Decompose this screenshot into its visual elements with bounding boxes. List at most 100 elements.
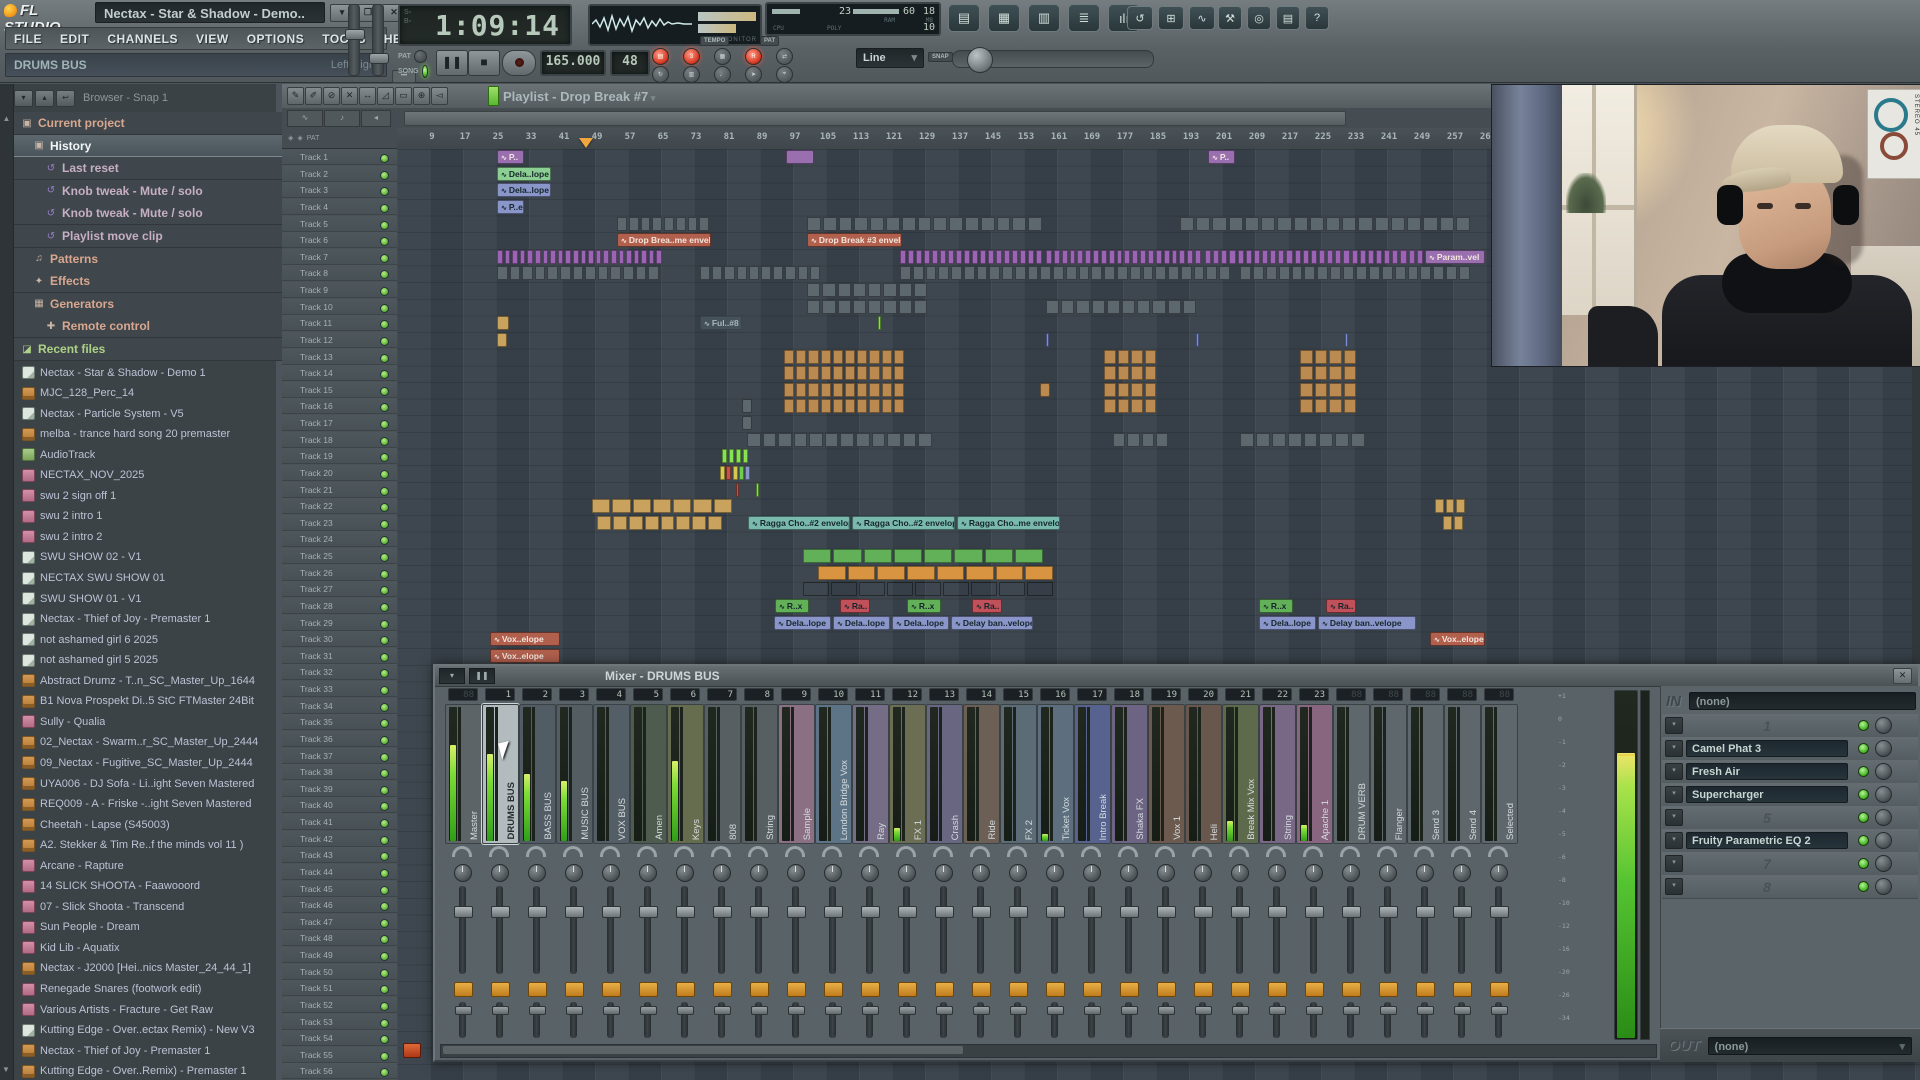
track-name-49[interactable]: Track 49 (282, 947, 397, 963)
file-item[interactable]: 09_Nectax - Fugitive_SC_Master_Up_2444 (14, 752, 276, 774)
track-led[interactable] (380, 586, 389, 595)
strip-body[interactable]: Ray (852, 704, 889, 844)
stereo-knob[interactable] (454, 864, 472, 882)
strip-body[interactable]: String (1259, 704, 1296, 844)
track-led[interactable] (380, 520, 389, 529)
stereo-knob[interactable] (1305, 864, 1323, 882)
fx-slot-7[interactable]: ▾7 (1662, 852, 1918, 876)
track-led[interactable] (380, 237, 389, 246)
slot-mix-knob[interactable] (1875, 832, 1892, 849)
aux-slider[interactable] (533, 1002, 540, 1038)
volume-fader[interactable] (792, 886, 799, 974)
stereo-knob[interactable] (1379, 864, 1397, 882)
track-name-12[interactable]: Track 12 (282, 332, 397, 348)
track-led[interactable] (380, 1019, 389, 1028)
pattern-clip[interactable] (742, 399, 752, 413)
fader-handle[interactable] (1342, 906, 1361, 918)
browser-collapse-button[interactable]: ▾ (14, 90, 33, 107)
track-name-40[interactable]: Track 40 (282, 797, 397, 813)
mixer-menu-button[interactable]: ▾ (439, 668, 465, 684)
aux-slider-handle[interactable] (455, 1006, 472, 1015)
clip-ra-[interactable]: Ra.. (1326, 599, 1356, 613)
file-item[interactable]: Nectax - J2000 [Hei..nics Master_24_44_1… (14, 958, 276, 980)
track-led[interactable] (380, 254, 389, 263)
fx-enable-button[interactable] (713, 982, 732, 997)
pattern-clip[interactable] (1104, 399, 1156, 413)
file-item[interactable]: 14 SLICK SHOOTA - Faawooord (14, 876, 276, 898)
mixer-strip-apache-1[interactable]: 23Apache 1 (1296, 688, 1332, 1042)
volume-fader[interactable] (1051, 886, 1058, 974)
file-item[interactable]: Cheetah - Lapse (S45003) (14, 814, 276, 836)
track-led[interactable] (380, 669, 389, 678)
pattern-clip[interactable] (1180, 217, 1470, 231)
slot-enable-led[interactable] (1858, 835, 1869, 846)
stereo-knob[interactable] (1453, 864, 1471, 882)
tree-item-current-project[interactable]: ▣Current project (14, 112, 282, 135)
stereo-knob[interactable] (1342, 864, 1360, 882)
track-led[interactable] (380, 1035, 389, 1044)
volume-fader[interactable] (1014, 886, 1021, 974)
pan-knob[interactable] (1044, 846, 1064, 857)
track-name-7[interactable]: Track 7 (282, 249, 397, 265)
strip-body[interactable]: Ticket Vox (1037, 704, 1074, 844)
track-led[interactable] (380, 786, 389, 795)
fx-enable-button[interactable] (1120, 982, 1139, 997)
track-led[interactable] (380, 1052, 389, 1061)
fx-enable-button[interactable] (1416, 982, 1435, 997)
pattern-clip[interactable] (617, 217, 709, 231)
pattern-clip[interactable] (807, 217, 1042, 231)
track-name-16[interactable]: Track 16 (282, 398, 397, 414)
track-led[interactable] (380, 536, 389, 545)
slot-mix-knob[interactable] (1875, 855, 1892, 872)
track-led[interactable] (380, 902, 389, 911)
tree-item-playlist-move-clip[interactable]: ↺Playlist move clip (14, 225, 306, 248)
aux-slider[interactable] (1495, 1002, 1502, 1038)
aux-slider[interactable] (866, 1002, 873, 1038)
aux-slider[interactable] (644, 1002, 651, 1038)
recording-icon[interactable]: R (745, 48, 762, 65)
volume-fader[interactable] (1125, 886, 1132, 974)
track-led[interactable] (380, 935, 389, 944)
stereo-knob[interactable] (565, 864, 583, 882)
fx-enable-button[interactable] (491, 982, 510, 997)
aux-slider-handle[interactable] (714, 1006, 731, 1015)
playhead-marker[interactable] (579, 138, 593, 148)
track-led[interactable] (380, 437, 389, 446)
tree-item-knob-tweak-mute-solo[interactable]: ↺Knob tweak - Mute / solo (14, 202, 306, 225)
aux-slider-handle[interactable] (529, 1006, 546, 1015)
track-name-56[interactable]: Track 56 (282, 1063, 397, 1079)
pan-knob[interactable] (933, 846, 953, 857)
playlist-tool-7[interactable]: ⊕ (413, 87, 430, 105)
pan-knob[interactable] (1340, 846, 1360, 857)
pattern-clip[interactable] (784, 399, 904, 413)
clip-delay-ban-velope[interactable]: Delay ban..velope (951, 616, 1033, 630)
strip-body[interactable]: VOX BUS (593, 704, 630, 844)
track-name-51[interactable]: Track 51 (282, 980, 397, 996)
fx-enable-button[interactable] (1379, 982, 1398, 997)
aux-slider[interactable] (570, 1002, 577, 1038)
slot-mix-knob[interactable] (1875, 763, 1892, 780)
pan-knob[interactable] (563, 846, 583, 857)
pattern-clip[interactable] (803, 549, 1043, 563)
aux-slider-handle[interactable] (1084, 1006, 1101, 1015)
pan-knob[interactable] (637, 846, 657, 857)
track-name-27[interactable]: Track 27 (282, 581, 397, 597)
pattern-clip[interactable] (1040, 383, 1050, 397)
track-name-46[interactable]: Track 46 (282, 897, 397, 913)
file-item[interactable]: Arcane - Rapture (14, 855, 276, 877)
file-item[interactable]: Kutting Edge - Over..ectax Remix) - New … (14, 1020, 276, 1042)
fx-slot-4[interactable]: ▾Supercharger (1662, 783, 1918, 807)
mixer-strip-london-bridge-vox[interactable]: 10London Bridge Vox (815, 688, 851, 1042)
mixer-strip-string[interactable]: 8String (741, 688, 777, 1042)
fader-handle[interactable] (454, 906, 473, 918)
stereo-knob[interactable] (1009, 864, 1027, 882)
playlist-tool-3[interactable]: ✕ (341, 87, 358, 105)
strip-body[interactable]: Sample (778, 704, 815, 844)
strip-body[interactable]: Send 3 (1407, 704, 1444, 844)
fader-handle[interactable] (1268, 906, 1287, 918)
slot-mix-knob[interactable] (1875, 740, 1892, 757)
volume-fader[interactable] (570, 886, 577, 974)
pattern-clip[interactable] (1240, 266, 1470, 280)
strip-body[interactable]: DRUMS BUS (482, 704, 519, 844)
mixer-detach-button[interactable]: ❚❚ (469, 668, 495, 684)
